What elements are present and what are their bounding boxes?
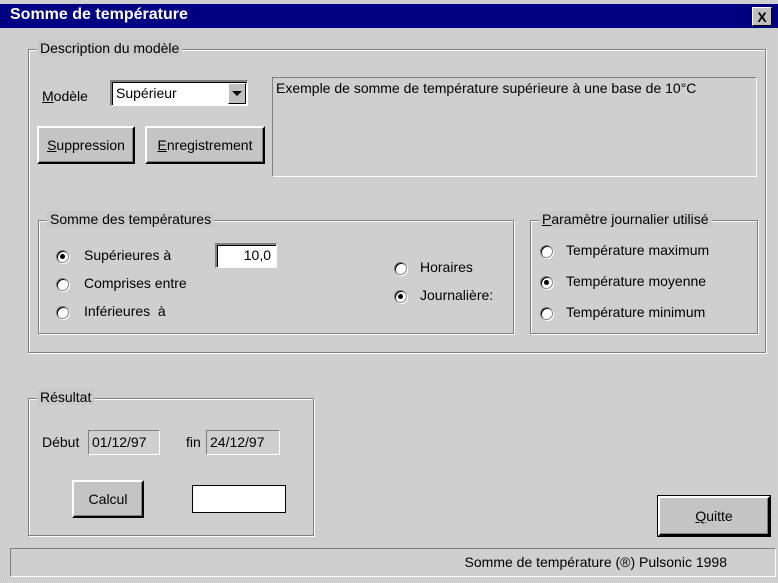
model-description-legend: Description du modèle — [37, 40, 183, 56]
end-date-field: 24/12/97 — [206, 430, 280, 455]
radio-comprises[interactable] — [56, 278, 69, 291]
calc-button[interactable]: Calcul — [72, 480, 144, 518]
radio-superieures[interactable] — [56, 250, 69, 263]
radio-temp-minimum-label: Température minimum — [566, 304, 706, 320]
dialog-window: Somme de température X Description du mo… — [0, 0, 778, 583]
threshold-value: 10,0 — [243, 247, 271, 263]
close-button[interactable]: X — [752, 7, 772, 26]
radio-temp-maximum[interactable] — [540, 245, 553, 258]
radio-horaires-label: Horaires — [420, 259, 473, 275]
delete-button[interactable]: Suppression — [37, 126, 135, 164]
title-bar: Somme de température X — [0, 4, 778, 28]
save-button[interactable]: Enregistrement — [145, 126, 265, 164]
radio-temp-moyenne[interactable] — [540, 276, 553, 289]
model-select-value: Supérieur — [116, 85, 177, 101]
radio-horaires[interactable] — [394, 262, 407, 275]
model-description-box: Exemple de somme de température supérieu… — [272, 77, 757, 177]
radio-inferieures-label: Inférieures à — [84, 303, 166, 319]
status-text: Somme de température (®) Pulsonic 1998 — [464, 554, 727, 570]
end-label: fin — [186, 434, 201, 450]
start-date-field: 01/12/97 — [88, 430, 160, 455]
start-date-value: 01/12/97 — [92, 434, 147, 450]
close-icon: X — [757, 8, 767, 25]
result-legend: Résultat — [37, 389, 95, 405]
radio-comprises-label: Comprises entre — [84, 275, 187, 291]
radio-inferieures[interactable] — [56, 306, 69, 319]
radio-temp-maximum-label: Température maximum — [566, 242, 710, 258]
end-date-value: 24/12/97 — [210, 434, 265, 450]
model-description-text: Exemple de somme de température supérieu… — [276, 80, 697, 96]
threshold-input[interactable]: 10,0 — [215, 243, 277, 268]
chevron-down-icon[interactable] — [228, 83, 246, 104]
model-select[interactable]: Supérieur — [110, 80, 248, 106]
daily-parameter-legend: Paramètre journalier utilisé — [539, 211, 712, 227]
start-label: Début — [42, 434, 80, 450]
window-title: Somme de température — [10, 6, 188, 23]
result-output-field — [192, 485, 286, 513]
radio-temp-minimum[interactable] — [540, 307, 553, 320]
radio-temp-moyenne-label: Température moyenne — [566, 273, 707, 289]
quit-button[interactable]: Quitte — [657, 495, 771, 537]
result-group: Résultat — [28, 389, 314, 536]
model-label: Modèle — [42, 88, 88, 104]
status-bar: Somme de température (®) Pulsonic 1998 — [10, 548, 776, 577]
radio-journaliere-label: Journalière: — [420, 287, 494, 303]
radio-journaliere[interactable] — [394, 290, 407, 303]
radio-superieures-label: Supérieures à — [84, 247, 172, 263]
sum-group-legend: Somme des températures — [47, 211, 215, 227]
